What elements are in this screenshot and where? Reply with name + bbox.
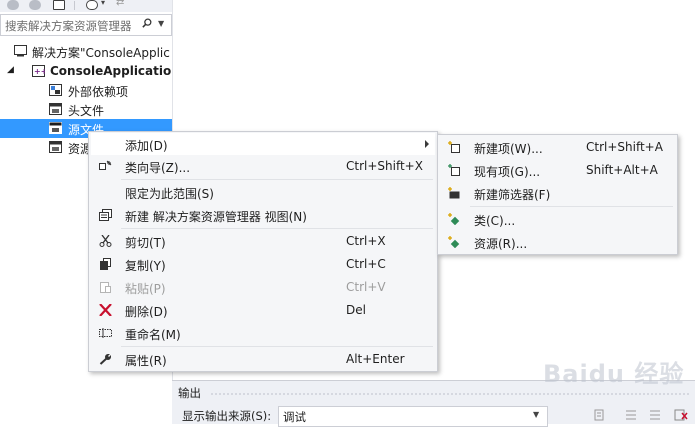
sync-icon[interactable]: ⇄ [116,0,124,8]
new-view-icon [99,209,112,221]
output-source-label: 显示输出来源(S): [182,409,272,423]
menu-item-shortcut: Ctrl+Shift+A [586,140,663,154]
submenu-arrow-icon [425,140,429,148]
history-dropdown-icon[interactable]: ▾ [101,0,105,7]
menu-item-rename[interactable]: 重命名(M) [91,322,435,344]
class-wizard-icon [99,160,112,170]
menu-item-label: 粘贴(P) [125,282,166,296]
menu-separator [121,346,433,347]
folder-icon [49,122,62,134]
output-source-value: 调试 [283,410,306,424]
menu-item-label: 现有项(G)... [474,165,541,179]
tree-item-label: 外部依赖项 [68,85,129,99]
context-menu: 添加(D) 类向导(Z)... Ctrl+Shift+X 限定为此范围(S) 新… [88,131,438,372]
menu-item-shortcut: Ctrl+C [346,257,386,271]
history-icon[interactable] [86,0,98,10]
menu-item-label: 剪切(T) [125,236,166,250]
watermark-text: Baidu 经验 [543,360,685,388]
new-filter-icon [448,187,460,199]
forward-icon[interactable] [29,0,41,10]
properties-icon [99,354,111,365]
menu-separator [121,179,433,180]
menu-item-label: 新建筛选器(F) [474,188,551,202]
menu-item-shortcut: Ctrl+V [346,280,386,294]
solution-icon [14,45,27,57]
menu-item-label: 重命名(M) [125,328,181,342]
menu-separator [470,206,673,207]
paste-icon [100,282,111,293]
home-icon[interactable] [53,0,65,10]
tree-item-external-deps[interactable]: 外部依赖项 [0,81,172,100]
tree-item-header-files[interactable]: 头文件 [0,100,172,119]
menu-item-label: 复制(Y) [125,259,166,273]
menu-item-label: 类向导(Z)... [125,161,191,175]
menu-item-properties[interactable]: 属性(R) Alt+Enter [91,348,435,370]
menu-item-label: 属性(R) [125,354,167,368]
output-panel-title: 输出 [178,386,201,400]
submenu-item-resource[interactable]: 资源(R)... [440,231,675,253]
tree-item-label: 解决方案"ConsoleApplic [32,46,170,60]
panel-grip[interactable] [210,392,690,395]
clear-all-icon[interactable] [674,409,688,421]
search-placeholder: 搜索解决方案资源管理器 [5,19,132,33]
watermark: Baidu 经验 [533,348,693,388]
menu-item-shortcut: Alt+Enter [346,352,405,366]
menu-item-cut[interactable]: 剪切(T) Ctrl+X [91,230,435,252]
menu-item-label: 限定为此范围(S) [125,187,214,201]
add-submenu: 新建项(W)... Ctrl+Shift+A 现有项(G)... Shift+A… [437,134,678,255]
tree-item-solution[interactable]: 解决方案"ConsoleApplic [0,42,172,61]
menu-item-label: 新建项(W)... [474,142,543,156]
toolbar: ▾ ⇄ [0,0,172,12]
menu-item-scope-to-this[interactable]: 限定为此范围(S) [91,181,435,203]
menu-item-paste: 粘贴(P) Ctrl+V [91,276,435,298]
menu-item-label: 删除(D) [125,305,168,319]
menu-item-label: 类(C)... [474,214,516,228]
svg-text:++: ++ [34,67,45,76]
submenu-item-class[interactable]: 类(C)... [440,208,675,230]
menu-item-shortcut: Ctrl+Shift+X [346,159,423,173]
resource-icon [448,236,460,248]
folder-icon [49,141,62,153]
delete-icon [99,304,112,316]
search-options-dropdown-icon[interactable]: ▼ [158,19,164,28]
rename-icon [99,328,112,338]
new-item-icon [448,141,460,153]
find-message-icon[interactable] [592,409,606,421]
menu-item-label: 新建 解决方案资源管理器 视图(N) [125,210,307,224]
menu-item-shortcut: Shift+Alt+A [586,163,658,177]
folder-icon [49,103,62,115]
tree-item-project[interactable]: ◢ ++ ConsoleApplication [0,62,180,81]
expand-triangle-icon[interactable]: ◢ [7,65,14,75]
submenu-item-new-filter[interactable]: 新建筛选器(F) [440,182,675,204]
tree-item-label: 头文件 [68,104,105,118]
menu-item-label: 添加(D) [125,139,168,153]
menu-separator [121,228,433,229]
copy-icon [100,258,111,270]
menu-item-class-wizard[interactable]: 类向导(Z)... Ctrl+Shift+X [91,155,435,177]
goto-next-icon[interactable] [648,409,662,421]
submenu-item-existing-item[interactable]: 现有项(G)... Shift+Alt+A [440,159,675,181]
submenu-item-new-item[interactable]: 新建项(W)... Ctrl+Shift+A [440,136,675,158]
search-icon[interactable] [142,18,152,28]
menu-item-label: 资源(R)... [474,237,528,251]
goto-previous-icon[interactable] [624,409,638,421]
menu-item-new-explorer-view[interactable]: 新建 解决方案资源管理器 视图(N) [91,204,435,226]
folder-icon [49,84,62,96]
solution-search-box[interactable]: 搜索解决方案资源管理器 ▼ [0,14,172,36]
menu-item-shortcut: Ctrl+X [346,234,386,248]
menu-item-delete[interactable]: 删除(D) Del [91,299,435,321]
project-icon: ++ [32,65,45,77]
existing-item-icon [448,164,460,176]
cut-icon [99,235,112,247]
menu-item-copy[interactable]: 复制(Y) Ctrl+C [91,253,435,275]
chevron-down-icon: ▼ [533,410,540,419]
menu-item-add[interactable]: 添加(D) [91,133,435,155]
menu-item-shortcut: Del [346,303,366,317]
toolbar-separator [74,1,75,10]
tree-item-label: ConsoleApplication [50,64,180,78]
back-icon[interactable] [7,0,19,10]
class-icon [448,213,460,225]
